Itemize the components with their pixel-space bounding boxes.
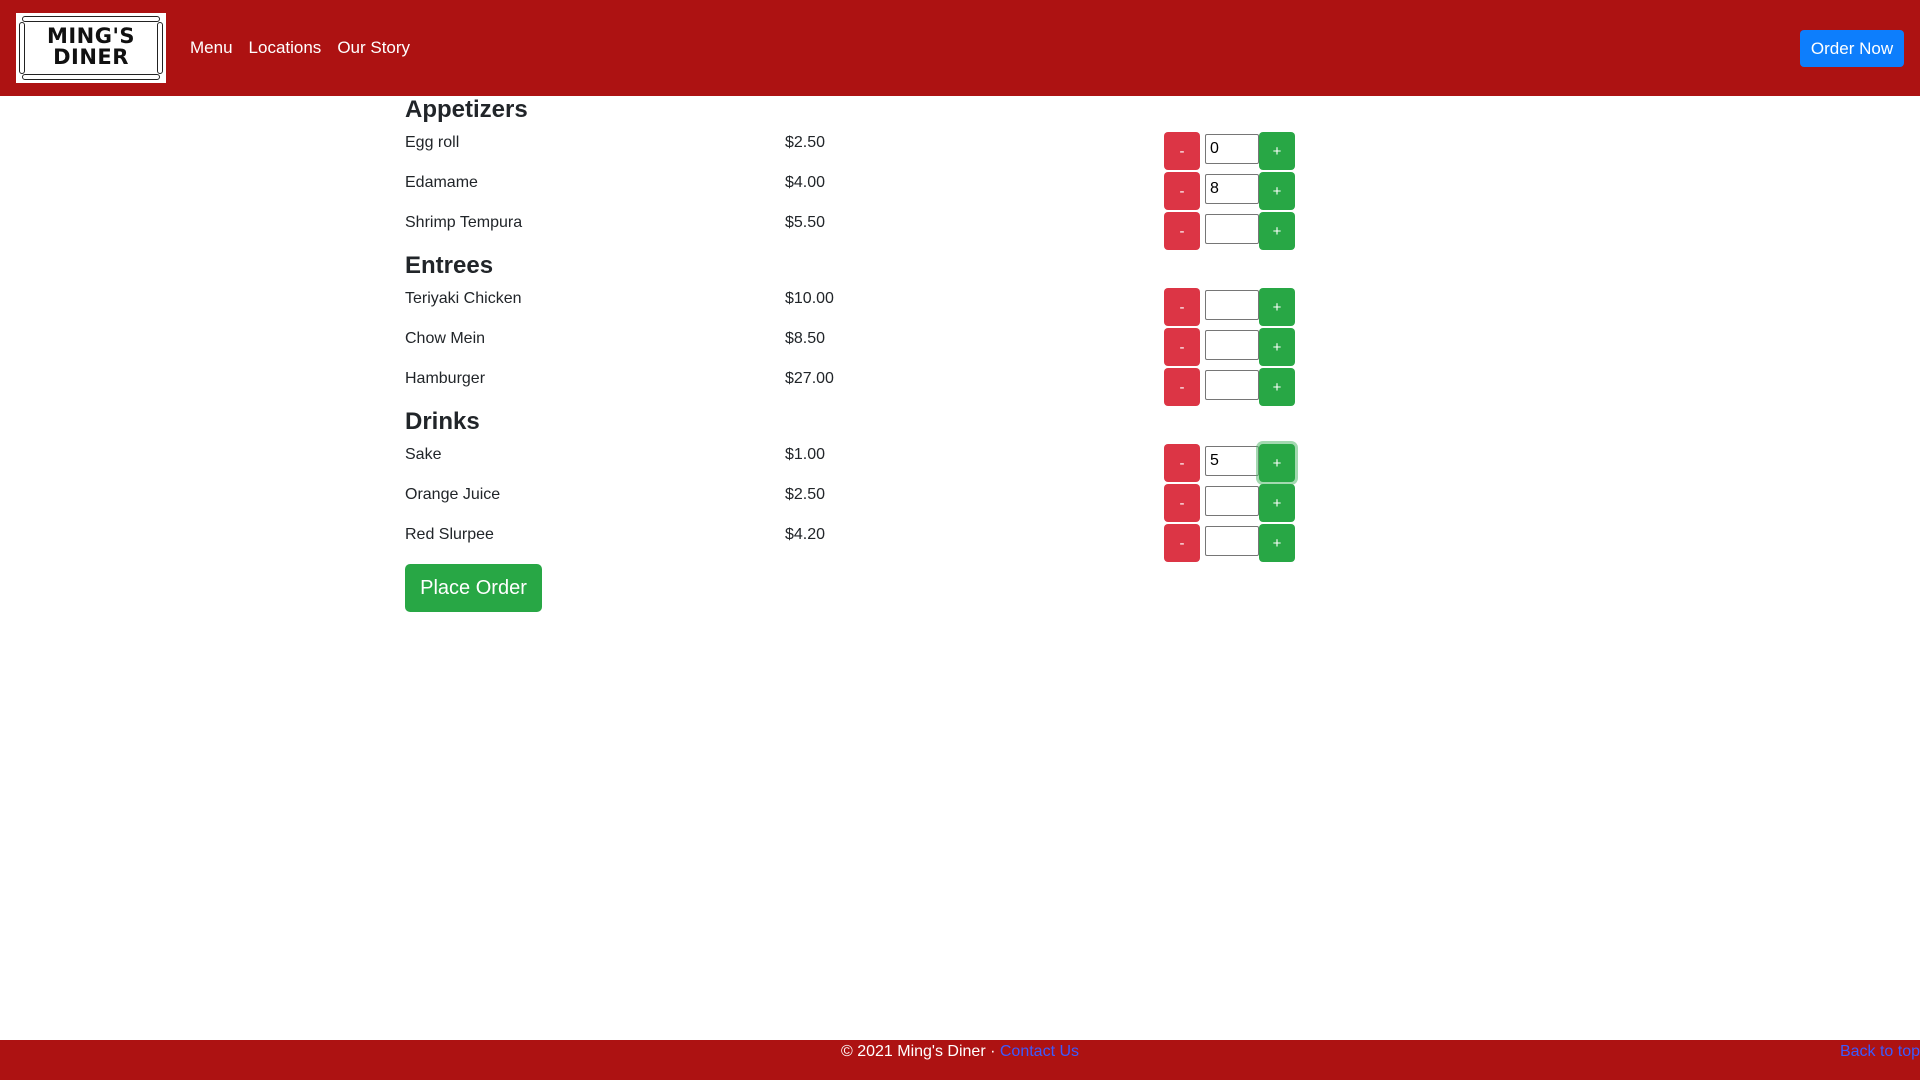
footer-copyright-line: © 2021 Ming's Diner · Contact Us [0,1043,1920,1061]
quantity-stepper: - + [1164,288,1304,326]
quantity-stepper: - + [1164,524,1304,562]
item-price: $10.00 [785,290,834,307]
order-now-button[interactable]: Order Now [1800,30,1904,67]
place-order-button[interactable]: Place Order [405,564,542,612]
item-price: $4.00 [785,174,826,191]
item-name: Shrimp Tempura [405,214,523,231]
decrement-button[interactable]: - [1164,132,1200,170]
item-name: Red Slurpee [405,526,494,543]
decrement-button[interactable]: - [1164,368,1200,406]
quantity-input[interactable] [1205,370,1259,400]
footer: © 2021 Ming's Diner · Contact Us Back to… [0,1040,1920,1080]
item-price: $8.50 [785,330,826,347]
increment-button[interactable]: + [1259,368,1295,406]
section-title-appetizers: Appetizers [405,96,528,123]
nav-locations[interactable]: Locations [249,38,322,58]
increment-button[interactable]: + [1259,328,1295,366]
item-name: Chow Mein [405,330,486,347]
item-name: Edamame [405,174,478,191]
increment-button[interactable]: + [1259,288,1295,326]
logo-line2: DINER [53,45,129,69]
logo-line1: MING'S [46,24,136,48]
decrement-button[interactable]: - [1164,328,1200,366]
navbar: MING'S DINER Menu Locations Our Story Or… [0,0,1920,96]
quantity-input[interactable] [1205,526,1259,556]
quantity-stepper: - + [1164,484,1304,522]
item-price: $1.00 [785,446,826,463]
mings-diner-logo[interactable]: MING'S DINER [16,13,166,83]
item-price: $2.50 [785,486,826,503]
logo-frame-bottom [22,74,160,80]
section-title-entrees: Entrees [405,252,494,279]
logo-frame-top [22,16,160,22]
quantity-stepper: - + [1164,328,1304,366]
quantity-stepper: - + [1164,132,1304,170]
item-price: $2.50 [785,134,826,151]
increment-button[interactable]: + [1259,212,1295,250]
quantity-stepper: - + [1164,368,1304,406]
quantity-input[interactable] [1205,290,1259,320]
contact-us-link[interactable]: Contact Us [1000,1043,1079,1060]
nav-menu[interactable]: Menu [190,38,233,58]
decrement-button[interactable]: - [1164,444,1200,482]
logo-text: MING'S DINER [16,26,166,68]
copyright-text: © 2021 Ming's Diner · [840,1043,1000,1060]
item-price: $4.20 [785,526,826,543]
increment-button[interactable]: + [1259,172,1295,210]
decrement-button[interactable]: - [1164,172,1200,210]
nav-links: Menu Locations Our Story [190,0,410,96]
item-name: Sake [405,446,442,463]
decrement-button[interactable]: - [1164,524,1200,562]
quantity-input[interactable] [1205,446,1259,476]
quantity-input[interactable] [1205,174,1259,204]
item-name: Egg roll [405,134,460,151]
quantity-stepper: - + [1164,172,1304,210]
decrement-button[interactable]: - [1164,212,1200,250]
increment-button[interactable]: + [1259,132,1295,170]
quantity-input[interactable] [1205,330,1259,360]
section-title-drinks: Drinks [405,408,480,435]
back-to-top-link[interactable]: Back to top [1840,1043,1920,1061]
quantity-stepper: - + [1164,444,1304,482]
quantity-input[interactable] [1205,486,1259,516]
increment-button[interactable]: + [1259,444,1295,482]
increment-button[interactable]: + [1259,524,1295,562]
item-name: Orange Juice [405,486,501,503]
quantity-input[interactable] [1205,134,1259,164]
increment-button[interactable]: + [1259,484,1295,522]
quantity-input[interactable] [1205,214,1259,244]
item-price: $5.50 [785,214,826,231]
item-name: Teriyaki Chicken [405,290,522,307]
nav-our-story[interactable]: Our Story [337,38,410,58]
item-name: Hamburger [405,370,486,387]
decrement-button[interactable]: - [1164,288,1200,326]
quantity-stepper: - + [1164,212,1304,250]
item-price: $27.00 [785,370,834,387]
decrement-button[interactable]: - [1164,484,1200,522]
